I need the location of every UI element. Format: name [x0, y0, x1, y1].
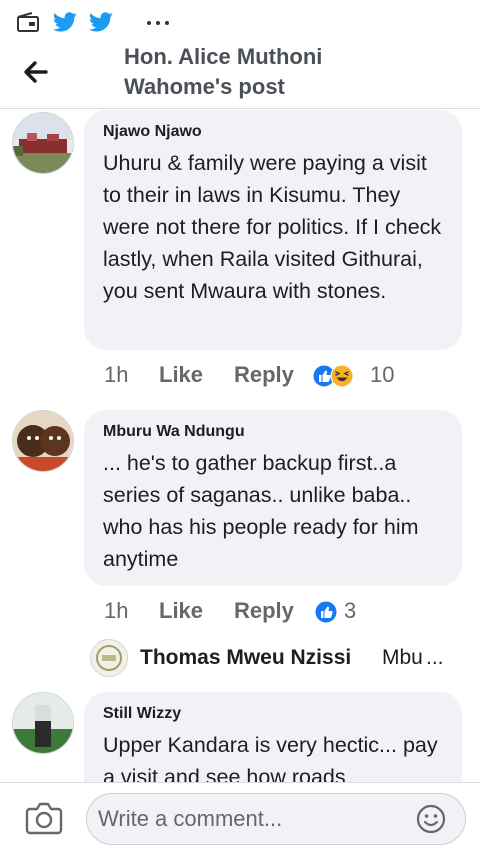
avatar[interactable]: [12, 410, 74, 472]
reply-snippet: Mbu: [382, 646, 423, 669]
comments-list[interactable]: Njawo Njawo Uhuru & family were paying a…: [0, 108, 480, 782]
comment-composer: Write a comment...: [0, 782, 480, 855]
haha-reaction-icon: [330, 364, 354, 388]
reply-author[interactable]: Thomas Mweu Nzissi: [140, 646, 351, 670]
reaction-count[interactable]: 3: [344, 598, 356, 624]
reaction-count[interactable]: 10: [370, 362, 394, 388]
comment-bubble: Still Wizzy Upper Kandara is very hectic…: [84, 692, 462, 782]
reply-ellipsis: ...: [426, 646, 444, 669]
avatar[interactable]: [12, 692, 74, 754]
status-bar: [0, 0, 480, 47]
like-reaction-icon: [314, 600, 338, 624]
comment-author[interactable]: Njawo Njawo: [103, 122, 442, 142]
comment-text: Uhuru & family were paying a visit to th…: [103, 151, 442, 303]
comment-text: ... he's to gather backup first..a serie…: [103, 451, 419, 571]
page-title: Hon. Alice Muthoni Wahome's post: [124, 44, 323, 99]
comment-actions: 1h Like Reply 10: [104, 358, 404, 392]
back-arrow-icon[interactable]: [18, 54, 54, 90]
reply-button[interactable]: Reply: [234, 362, 294, 388]
comment-placeholder: Write a comment...: [98, 806, 283, 831]
more-icon: [147, 21, 169, 25]
comment-time[interactable]: 1h: [104, 362, 128, 388]
wallet-icon: [17, 12, 39, 32]
comment-author[interactable]: Mburu Wa Ndungu: [103, 422, 442, 442]
camera-icon[interactable]: [24, 799, 64, 837]
comment-text: Upper Kandara is very hectic... pay a vi…: [103, 733, 438, 782]
comment-time[interactable]: 1h: [104, 598, 128, 624]
avatar: [90, 639, 128, 677]
like-button[interactable]: Like: [159, 362, 203, 388]
comment-actions: 1h Like Reply 3: [104, 594, 404, 628]
avatar[interactable]: [12, 112, 74, 174]
like-button[interactable]: Like: [159, 598, 203, 624]
comment-bubble: Njawo Njawo Uhuru & family were paying a…: [84, 110, 462, 350]
post-header: Hon. Alice Muthoni Wahome's post: [0, 44, 480, 109]
comment-input[interactable]: Write a comment...: [86, 793, 466, 845]
comment-author[interactable]: Still Wizzy: [103, 704, 442, 724]
reply-preview[interactable]: Thomas Mweu Nzissi Mbu ...: [0, 636, 480, 680]
reply-button[interactable]: Reply: [234, 598, 294, 624]
twitter-icon: [52, 12, 77, 32]
comment-bubble: Mburu Wa Ndungu ... he's to gather backu…: [84, 410, 462, 586]
twitter-icon: [88, 12, 113, 32]
emoji-icon[interactable]: [415, 803, 447, 835]
